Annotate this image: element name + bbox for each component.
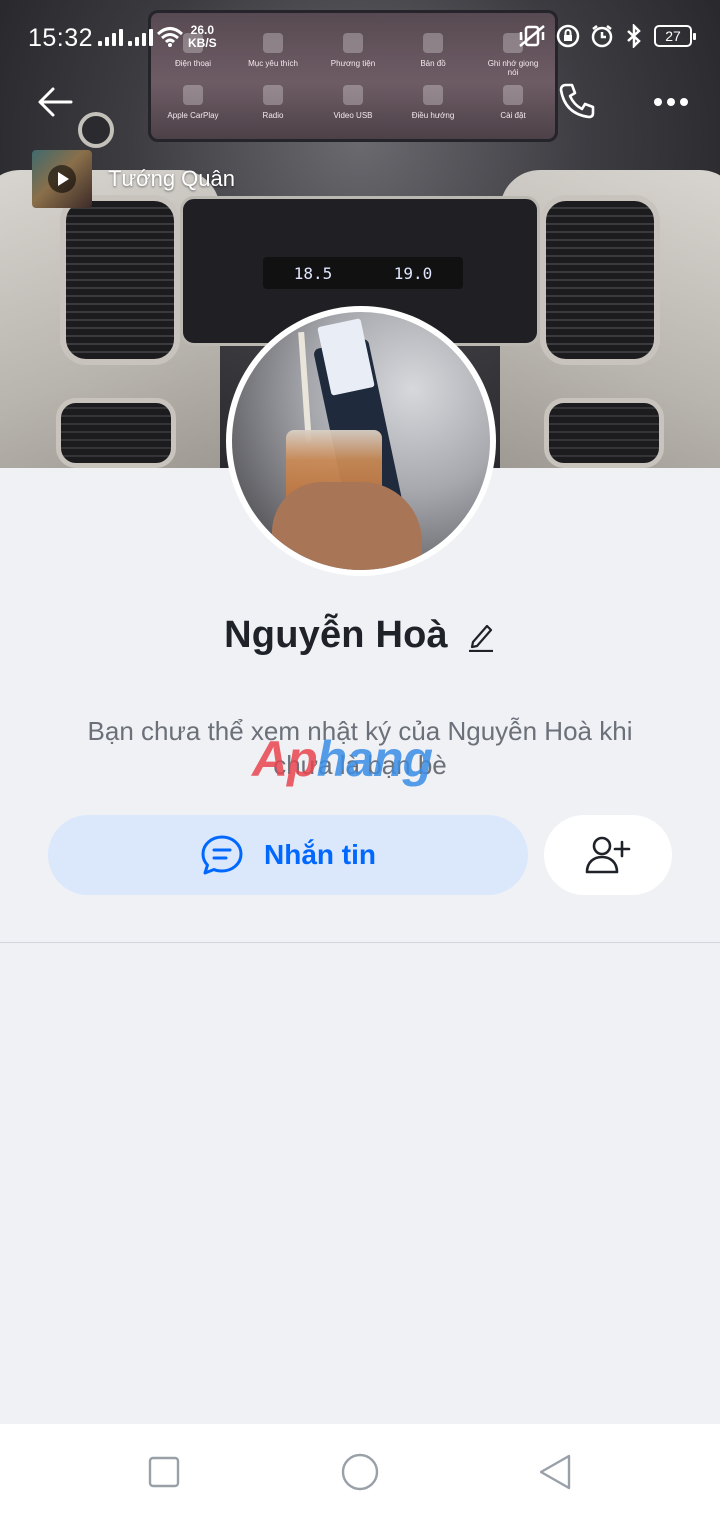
signal-icon: [98, 28, 123, 46]
alarm-icon: [591, 25, 613, 48]
music-thumbnail[interactable]: [32, 150, 92, 208]
cover-app: Cài đặt: [483, 85, 543, 120]
profile-name: Nguyễn Hoà: [224, 614, 448, 656]
cover-knob: [78, 112, 114, 148]
arrow-left-icon: [38, 87, 73, 117]
add-friend-button[interactable]: [544, 815, 672, 895]
call-button[interactable]: [552, 78, 602, 124]
avatar-photo-detail: [298, 331, 312, 443]
status-bar: 15:32 26.0 KB/S 27: [0, 0, 720, 72]
pencil-icon: [468, 624, 493, 652]
wifi-icon: [156, 27, 184, 47]
bluetooth-icon: [627, 24, 641, 48]
cover-vent-left: [60, 195, 180, 365]
more-button[interactable]: [646, 82, 696, 122]
message-button[interactable]: Nhắn tin: [48, 815, 528, 895]
cover-climate-display: 18.5 19.0: [263, 257, 463, 289]
watermark: Aphang: [252, 731, 433, 787]
cover-app: Radio: [243, 85, 303, 120]
status-right-icons: 27: [518, 24, 696, 48]
cover-app: Điều hướng: [403, 85, 463, 120]
back-button[interactable]: [30, 80, 80, 124]
home-button[interactable]: [335, 1450, 385, 1494]
cover-vent-small-right: [544, 398, 664, 468]
signal-icon: [128, 28, 153, 46]
triangle-back-icon: [539, 1454, 571, 1490]
cover-vent-small-left: [56, 398, 176, 468]
edit-name-button[interactable]: [466, 619, 496, 653]
status-time: 15:32: [28, 24, 94, 52]
profile-name-row: Nguyễn Hoà: [0, 614, 720, 657]
message-button-label: Nhắn tin: [264, 839, 376, 870]
chat-bubble-icon: [201, 835, 243, 875]
avatar[interactable]: [226, 306, 496, 576]
play-icon: [48, 165, 76, 193]
more-dots-icon: [654, 98, 688, 106]
system-nav-bar: [0, 1424, 720, 1520]
lock-rotation-icon: [556, 24, 580, 48]
square-icon: [148, 1456, 180, 1488]
profile-music[interactable]: Tướng Quân: [32, 150, 235, 208]
system-back-button[interactable]: [530, 1450, 580, 1494]
recent-apps-button[interactable]: [139, 1450, 189, 1494]
battery-icon: 27: [654, 25, 696, 47]
phone-icon: [559, 83, 595, 119]
cover-app: Video USB: [323, 85, 383, 120]
network-speed: 26.0 KB/S: [188, 23, 217, 50]
music-title: Tướng Quân: [108, 166, 235, 191]
section-divider: [0, 942, 720, 943]
add-user-icon: [585, 836, 631, 874]
cover-app: Apple CarPlay: [163, 85, 223, 120]
vibrate-icon: [519, 25, 545, 47]
avatar-photo-detail: [272, 482, 422, 570]
cover-vent-right: [540, 195, 660, 365]
circle-icon: [341, 1453, 379, 1491]
avatar-photo: [232, 312, 490, 570]
